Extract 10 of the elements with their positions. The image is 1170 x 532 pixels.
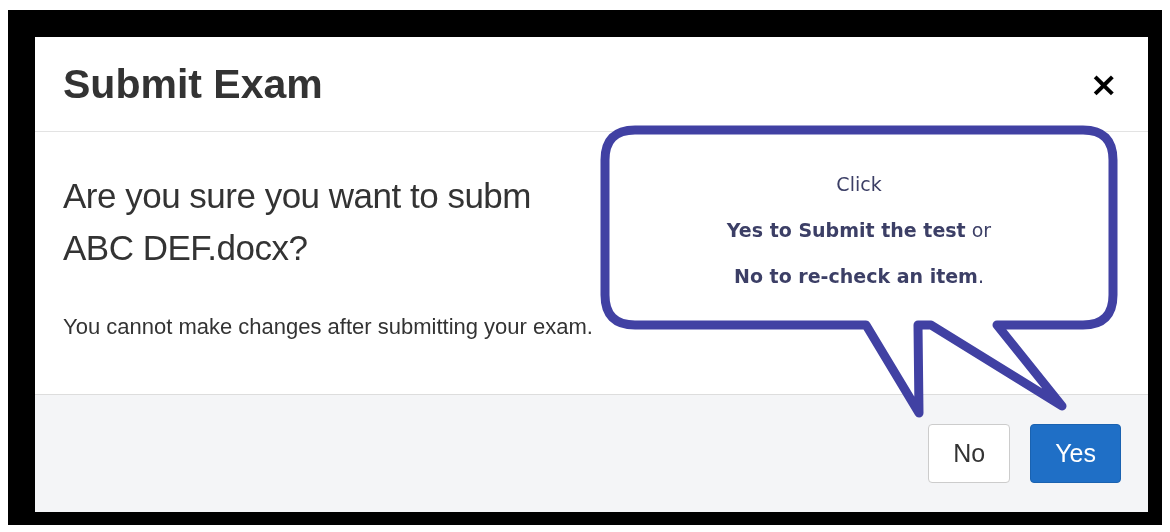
dialog-title: Submit Exam — [63, 60, 323, 108]
question-text: ABC DEF.docx? — [63, 227, 308, 269]
close-button[interactable]: × — [1085, 67, 1122, 101]
callout-text: Yes to Submit the test or — [726, 217, 992, 243]
callout-text: Click — [836, 171, 882, 197]
callout-text: No to re-check an item. — [734, 263, 984, 289]
no-button[interactable]: No — [928, 424, 1011, 483]
question-text: Are you sure you want to subm — [63, 175, 531, 217]
warning-text: You cannot make changes after submitting your exam. — [63, 314, 593, 340]
yes-button[interactable]: Yes — [1030, 424, 1121, 483]
